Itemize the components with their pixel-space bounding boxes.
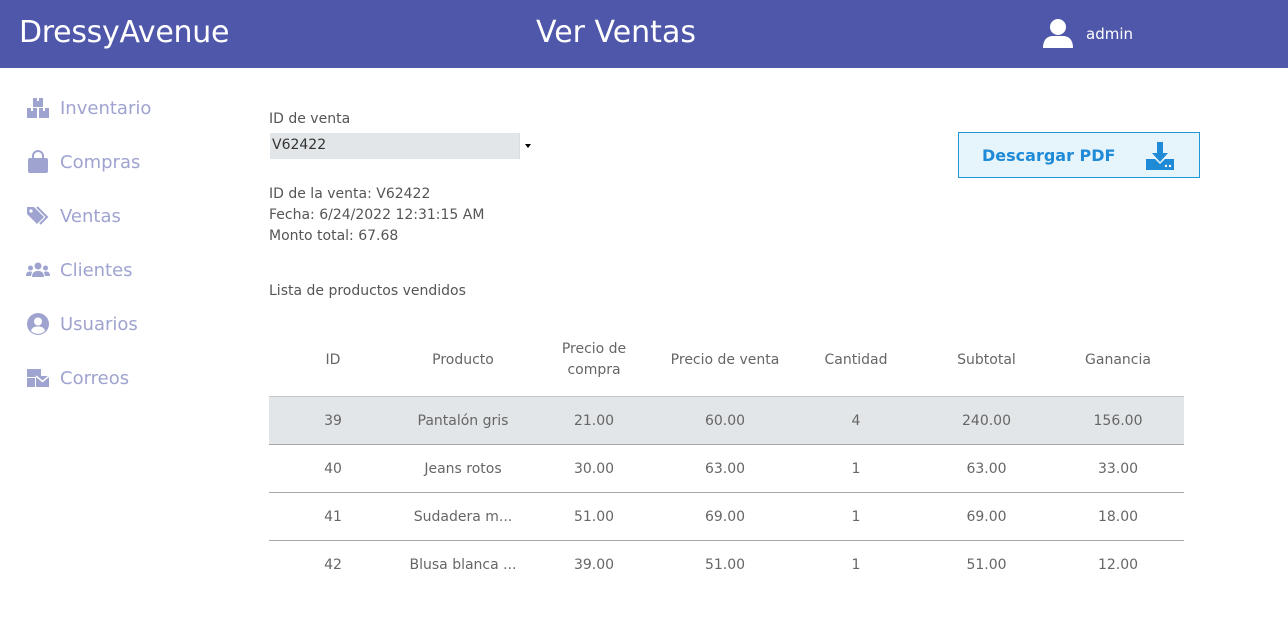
tags-icon: [27, 206, 49, 225]
table-cell: 18.00: [1052, 492, 1184, 541]
sidebar-item-label: Correos: [60, 367, 130, 389]
sale-date-info: Fecha: 6/24/2022 12:31:15 AM: [269, 207, 485, 223]
sidebar-item-label: Usuarios: [60, 313, 138, 335]
page-title: Ver Ventas: [536, 15, 696, 50]
table-cell: 33.00: [1052, 444, 1184, 493]
table-cell: 30.00: [529, 444, 659, 493]
table-cell: 42: [324, 556, 342, 573]
table-cell: 39: [269, 396, 397, 445]
sidebar-item-ventas[interactable]: Ventas: [26, 201, 121, 231]
user-name: admin: [1086, 25, 1133, 43]
sale-id-info: ID de la venta: V62422: [269, 186, 431, 202]
sale-id-select[interactable]: V62422: [270, 133, 535, 159]
app-header: DressyAvenue Ver Ventas admin: [0, 0, 1288, 68]
products-table: ID Producto Precio de compra Precio de v…: [269, 324, 1184, 588]
column-header: Precio de venta: [659, 324, 791, 397]
sidebar-item-label: Inventario: [60, 97, 152, 119]
sidebar-item-inventario[interactable]: Inventario: [26, 93, 151, 123]
sidebar-item-clientes[interactable]: Clientes: [26, 255, 133, 285]
sidebar-item-label: Clientes: [60, 259, 133, 281]
table-cell: 60.00: [659, 396, 791, 445]
column-header: Producto: [397, 324, 529, 397]
sidebar-item-label: Compras: [60, 151, 141, 173]
column-header: Cantidad: [791, 324, 921, 397]
table-cell: 4: [791, 396, 921, 445]
sidebar-item-correos[interactable]: Correos: [26, 363, 129, 393]
table-cell: 41: [269, 492, 397, 541]
sale-select-label: ID de venta: [269, 111, 351, 127]
table-cell: 156.00: [1052, 396, 1184, 445]
column-header: Subtotal: [921, 324, 1052, 397]
download-pdf-label: Descargar PDF: [982, 146, 1116, 165]
table-cell: Blusa blanca ...: [409, 556, 517, 573]
table-cell: Pantalón gris: [397, 396, 529, 445]
table-cell: 21.00: [529, 396, 659, 445]
user-icon: [1043, 19, 1073, 48]
table-cell: 69.00: [659, 492, 791, 541]
sidebar-item-usuarios[interactable]: Usuarios: [26, 309, 138, 339]
table-row[interactable]: 40 Jeans rotos 30.00 63.00 1 63.00 33.00: [269, 444, 1184, 493]
table-cell: 69.00: [921, 492, 1052, 541]
table-cell: 1: [851, 556, 861, 573]
mail-bulk-icon: [27, 369, 50, 387]
table-cell: 63.00: [659, 444, 791, 493]
chevron-down-icon[interactable]: [519, 133, 535, 159]
table-row[interactable]: 42 Blusa blanca ... 39.00 51.00 1 51.00 …: [269, 541, 1184, 589]
download-icon: [1146, 142, 1174, 170]
boxes-icon: [27, 98, 49, 118]
column-header: Ganancia: [1052, 324, 1184, 397]
table-cell: 1: [791, 444, 921, 493]
column-header: ID: [269, 324, 397, 397]
table-row[interactable]: 41 Sudadera m... 51.00 69.00 1 69.00 18.…: [269, 492, 1184, 541]
table-cell: 51.00: [966, 556, 1007, 573]
sale-total-info: Monto total: 67.68: [269, 228, 399, 244]
sidebar-item-label: Ventas: [60, 205, 121, 227]
table-cell: 12.00: [1097, 556, 1139, 573]
table-cell: 240.00: [921, 396, 1052, 445]
user-circle-icon: [27, 313, 49, 335]
table-cell: 51.00: [529, 492, 659, 541]
brand-logo[interactable]: DressyAvenue: [19, 14, 229, 52]
column-header: Precio de compra: [529, 324, 659, 397]
table-row[interactable]: 39 Pantalón gris 21.00 60.00 4 240.00 15…: [269, 396, 1184, 445]
table-header-row: ID Producto Precio de compra Precio de v…: [269, 324, 1184, 397]
sidebar-item-compras[interactable]: Compras: [26, 147, 140, 177]
user-menu[interactable]: admin: [1042, 18, 1133, 50]
shopping-bag-icon: [28, 150, 48, 173]
table-cell: Jeans rotos: [397, 444, 529, 493]
sale-id-select-value: V62422: [272, 137, 327, 153]
products-list-title: Lista de productos vendidos: [269, 283, 466, 299]
table-cell: 39.00: [573, 556, 615, 573]
table-cell: 51.00: [704, 556, 746, 573]
download-pdf-button[interactable]: Descargar PDF: [958, 132, 1200, 178]
table-cell: 1: [791, 492, 921, 541]
table-cell: 63.00: [921, 444, 1052, 493]
table-cell: 40: [269, 444, 397, 493]
table-cell: Sudadera m...: [397, 492, 529, 541]
users-icon: [26, 262, 50, 277]
